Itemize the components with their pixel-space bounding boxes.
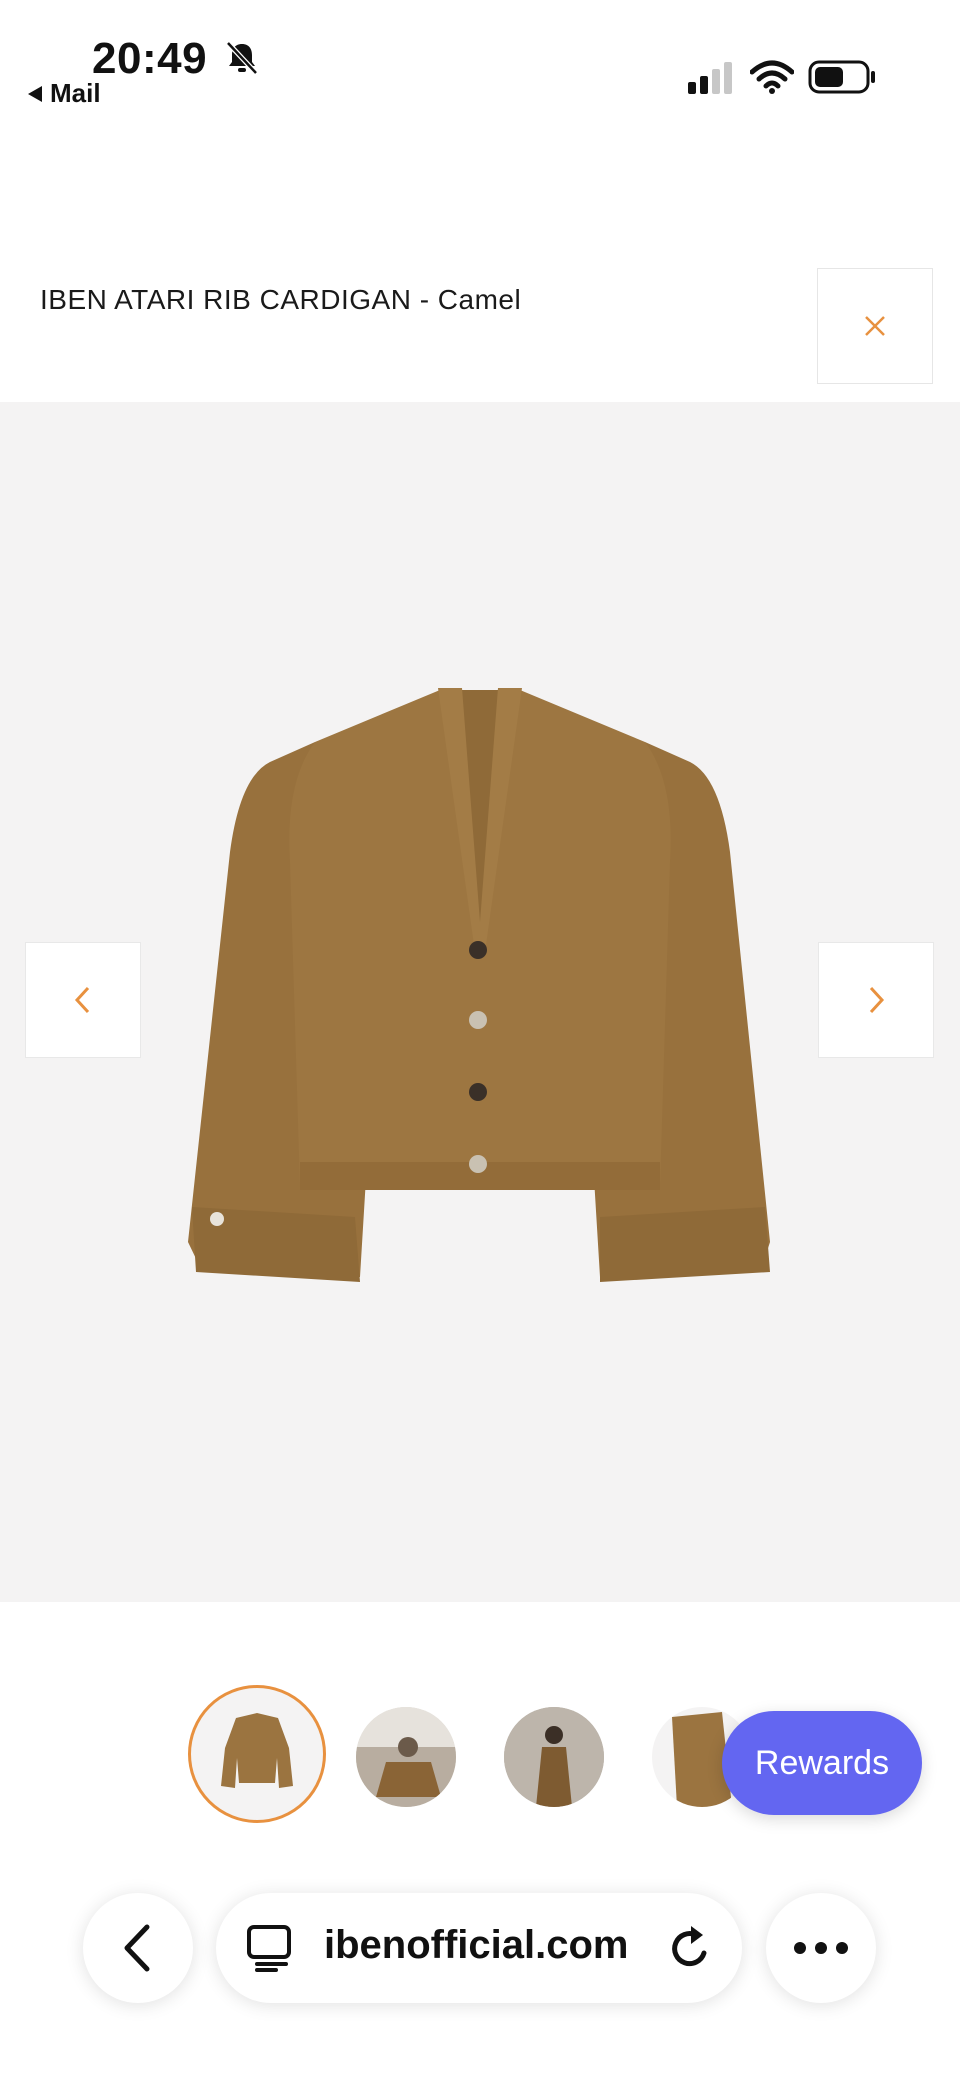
- browser-toolbar: ibenofficial.com: [0, 1880, 960, 2087]
- status-time: 20:49: [92, 34, 208, 83]
- wifi-icon: [750, 60, 794, 94]
- product-image-gallery[interactable]: [0, 402, 960, 1602]
- rewards-button[interactable]: Rewards: [722, 1711, 922, 1815]
- more-icon: [794, 1942, 848, 1954]
- previous-image-button[interactable]: [25, 942, 141, 1058]
- product-title: IBEN ATARI RIB CARDIGAN - Camel: [40, 284, 522, 315]
- thumbnail-model-seated-image: [356, 1707, 456, 1807]
- reload-icon[interactable]: [666, 1923, 714, 1973]
- back-to-mail-label: Mail: [50, 78, 101, 108]
- next-image-button[interactable]: [818, 942, 934, 1058]
- status-bar: 20:49 Mail: [0, 0, 960, 120]
- close-icon: [865, 316, 885, 336]
- thumbnail-2[interactable]: [356, 1707, 456, 1807]
- thumbnail-model-standing-image: [504, 1707, 604, 1807]
- cellular-signal-icon: [688, 62, 732, 94]
- chevron-right-icon: [869, 986, 885, 1014]
- bell-muted-icon: [226, 41, 258, 75]
- chevron-left-icon: [74, 986, 90, 1014]
- back-arrow-icon: [28, 85, 42, 102]
- product-header: IBEN ATARI RIB CARDIGAN - Camel: [0, 268, 960, 400]
- thumbnail-cardigan-image: [221, 1713, 293, 1788]
- battery-icon: [808, 60, 875, 94]
- address-bar-url: ibenofficial.com: [324, 1923, 629, 1967]
- thumbnail-1[interactable]: [188, 1685, 326, 1823]
- more-options-button[interactable]: [766, 1893, 876, 2003]
- chevron-left-icon: [124, 1924, 150, 1972]
- browser-back-button[interactable]: [83, 1893, 193, 2003]
- address-bar[interactable]: ibenofficial.com: [216, 1893, 742, 2003]
- thumbnail-3[interactable]: [504, 1707, 604, 1807]
- page-menu-icon: [247, 1925, 291, 1972]
- close-button[interactable]: [817, 268, 933, 384]
- product-image-cardigan: [188, 688, 770, 1282]
- back-to-mail-link[interactable]: Mail: [28, 78, 101, 109]
